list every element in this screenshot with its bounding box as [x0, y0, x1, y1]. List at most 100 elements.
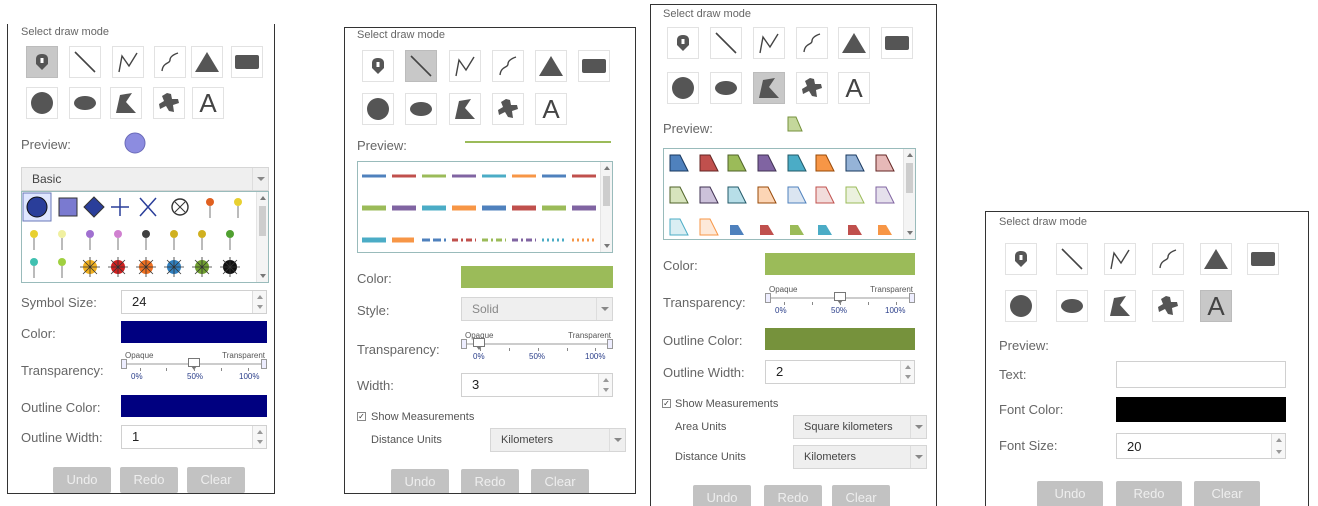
tool-polyline[interactable]	[449, 50, 481, 82]
tool-ellipse[interactable]	[710, 72, 742, 104]
clear-button[interactable]: Clear	[187, 467, 245, 493]
tool-line[interactable]	[69, 46, 101, 78]
clear-button[interactable]: Clear	[832, 485, 890, 506]
tool-point[interactable]	[362, 50, 394, 82]
preview-label: Preview:	[663, 121, 713, 136]
color-swatch[interactable]	[765, 253, 915, 275]
tool-polygon[interactable]	[110, 87, 142, 119]
tool-polygon[interactable]	[1104, 290, 1136, 322]
tool-circle[interactable]	[26, 87, 58, 119]
tool-ellipse[interactable]	[1056, 290, 1088, 322]
spinner-icon[interactable]	[252, 291, 266, 313]
undo-button[interactable]: Undo	[1037, 481, 1103, 506]
distance-units-select[interactable]: Kilometers	[490, 428, 626, 452]
tool-line[interactable]	[710, 27, 742, 59]
tool-polygon[interactable]	[449, 93, 481, 125]
gallery-scrollbar[interactable]	[600, 162, 612, 252]
outline-color-swatch[interactable]	[121, 395, 267, 417]
tool-polyline[interactable]	[753, 27, 785, 59]
color-swatch[interactable]	[121, 321, 267, 343]
tool-freehand-polygon[interactable]	[492, 93, 524, 125]
show-measurements-checkbox[interactable]: ✓	[357, 412, 366, 421]
style-select[interactable]: Solid	[461, 297, 613, 321]
tool-triangle[interactable]	[191, 46, 223, 78]
tool-ellipse[interactable]	[69, 87, 101, 119]
gallery-scrollbar[interactable]	[256, 192, 268, 282]
tool-text[interactable]: A	[535, 93, 567, 125]
redo-button[interactable]: Redo	[120, 467, 178, 493]
tool-freehand-polygon[interactable]	[153, 87, 185, 119]
font-color-swatch[interactable]	[1116, 397, 1286, 422]
tool-text[interactable]: A	[1200, 290, 1232, 322]
tool-point[interactable]	[26, 46, 58, 78]
tool-freehand-line[interactable]	[154, 46, 186, 78]
tool-triangle[interactable]	[1200, 243, 1232, 275]
tool-text[interactable]: A	[838, 72, 870, 104]
show-measurements-checkbox[interactable]: ✓	[662, 399, 671, 408]
chevron-down-icon	[252, 168, 268, 190]
polygon-icon	[455, 99, 475, 119]
redo-button[interactable]: Redo	[461, 469, 519, 493]
font-size-input[interactable]: 20	[1116, 433, 1286, 459]
symbol-gallery[interactable]	[21, 191, 269, 283]
slider-handle[interactable]	[188, 358, 200, 370]
outline-width-label: Outline Width:	[663, 365, 745, 380]
tool-circle[interactable]	[1005, 290, 1037, 322]
tool-polygon[interactable]	[753, 72, 785, 104]
tool-rectangle[interactable]	[1247, 243, 1279, 275]
tool-line[interactable]	[1056, 243, 1088, 275]
undo-button[interactable]: Undo	[391, 469, 449, 493]
tool-freehand-line[interactable]	[492, 50, 524, 82]
tool-polyline[interactable]	[1104, 243, 1136, 275]
tool-rectangle[interactable]	[578, 50, 610, 82]
draw-panel-point: Select draw mode A Preview: Basic Symbol…	[7, 24, 275, 494]
spinner-icon[interactable]	[252, 426, 266, 448]
color-swatch[interactable]	[461, 266, 613, 288]
tool-text[interactable]: A	[192, 87, 224, 119]
spinner-icon[interactable]	[598, 374, 612, 396]
tool-freehand-line[interactable]	[796, 27, 828, 59]
tool-point[interactable]	[1005, 243, 1037, 275]
transparency-slider[interactable]: Opaque Transparent 0% 50% 100%	[461, 331, 613, 365]
transparency-slider[interactable]: Opaque Transparent 0% 50% 100%	[765, 285, 915, 319]
width-input[interactable]: 3	[461, 373, 613, 397]
clear-button[interactable]: Clear	[531, 469, 589, 493]
slider-handle[interactable]	[834, 292, 846, 304]
tool-freehand-polygon[interactable]	[796, 72, 828, 104]
redo-button[interactable]: Redo	[764, 485, 822, 506]
spinner-icon[interactable]	[900, 361, 914, 383]
text-label: Text:	[999, 367, 1027, 382]
gallery-scrollbar[interactable]	[903, 149, 915, 239]
tool-ellipse[interactable]	[405, 93, 437, 125]
symbol-category-select[interactable]: Basic	[21, 167, 269, 191]
tool-freehand-polygon[interactable]	[1152, 290, 1184, 322]
draw-panel-line: Select draw mode A Preview: Color: Style…	[344, 27, 636, 494]
redo-button[interactable]: Redo	[1116, 481, 1182, 506]
clear-button[interactable]: Clear	[1194, 481, 1260, 506]
tool-line[interactable]	[405, 50, 437, 82]
tool-rectangle[interactable]	[231, 46, 263, 78]
symbol-size-input[interactable]: 24	[121, 290, 267, 314]
distance-units-select[interactable]: Kilometers	[793, 445, 927, 469]
tool-polyline[interactable]	[112, 46, 144, 78]
tool-triangle[interactable]	[838, 27, 870, 59]
slider-handle[interactable]	[473, 338, 485, 350]
tool-triangle[interactable]	[535, 50, 567, 82]
tool-rectangle[interactable]	[881, 27, 913, 59]
tool-freehand-line[interactable]	[1152, 243, 1184, 275]
tool-circle[interactable]	[667, 72, 699, 104]
outline-width-input[interactable]: 2	[765, 360, 915, 384]
outline-color-swatch[interactable]	[765, 328, 915, 350]
undo-button[interactable]: Undo	[693, 485, 751, 506]
fill-style-gallery[interactable]	[663, 148, 916, 240]
undo-button[interactable]: Undo	[53, 467, 111, 493]
outline-width-input[interactable]: 1	[121, 425, 267, 449]
area-units-select[interactable]: Square kilometers	[793, 415, 927, 439]
transparency-slider[interactable]: Opaque Transparent 0% 50% 100%	[121, 351, 267, 385]
text-input[interactable]	[1116, 361, 1286, 388]
tool-point[interactable]	[667, 27, 699, 59]
line-style-gallery[interactable]	[357, 161, 613, 253]
spinner-icon[interactable]	[1271, 434, 1285, 458]
ellipse-icon	[410, 102, 432, 116]
tool-circle[interactable]	[362, 93, 394, 125]
